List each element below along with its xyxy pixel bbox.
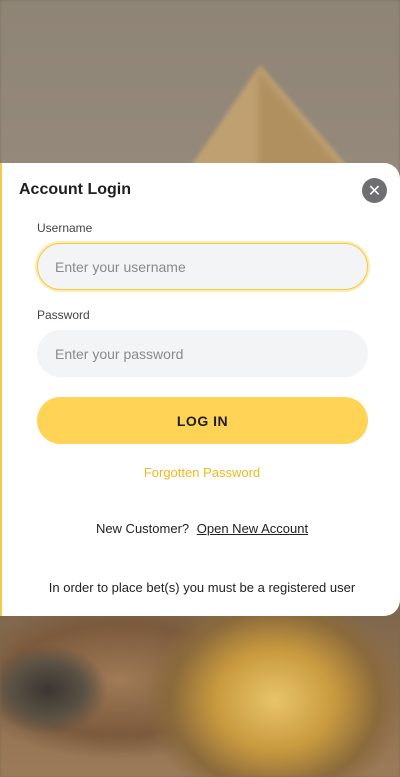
- forgot-password-link[interactable]: Forgotten Password: [2, 465, 400, 480]
- registration-notice: In order to place bet(s) you must be a r…: [48, 580, 356, 595]
- login-button[interactable]: LOG IN: [37, 397, 368, 444]
- password-label: Password: [37, 308, 90, 322]
- open-new-account-link[interactable]: Open New Account: [197, 521, 308, 536]
- background-pyramid-shade: [258, 70, 348, 175]
- close-icon: ✕: [367, 180, 382, 200]
- login-dialog: Account Login ✕ Username Password LOG IN…: [0, 163, 400, 616]
- username-input[interactable]: [37, 243, 368, 290]
- password-input[interactable]: [37, 330, 368, 377]
- new-customer-row: New Customer? Open New Account: [2, 521, 400, 536]
- username-label: Username: [37, 221, 93, 235]
- forgot-password-text[interactable]: Forgotten Password: [144, 465, 260, 480]
- dialog-title: Account Login: [19, 181, 131, 198]
- close-button[interactable]: ✕: [362, 178, 387, 203]
- new-customer-prompt: New Customer?: [95, 521, 190, 536]
